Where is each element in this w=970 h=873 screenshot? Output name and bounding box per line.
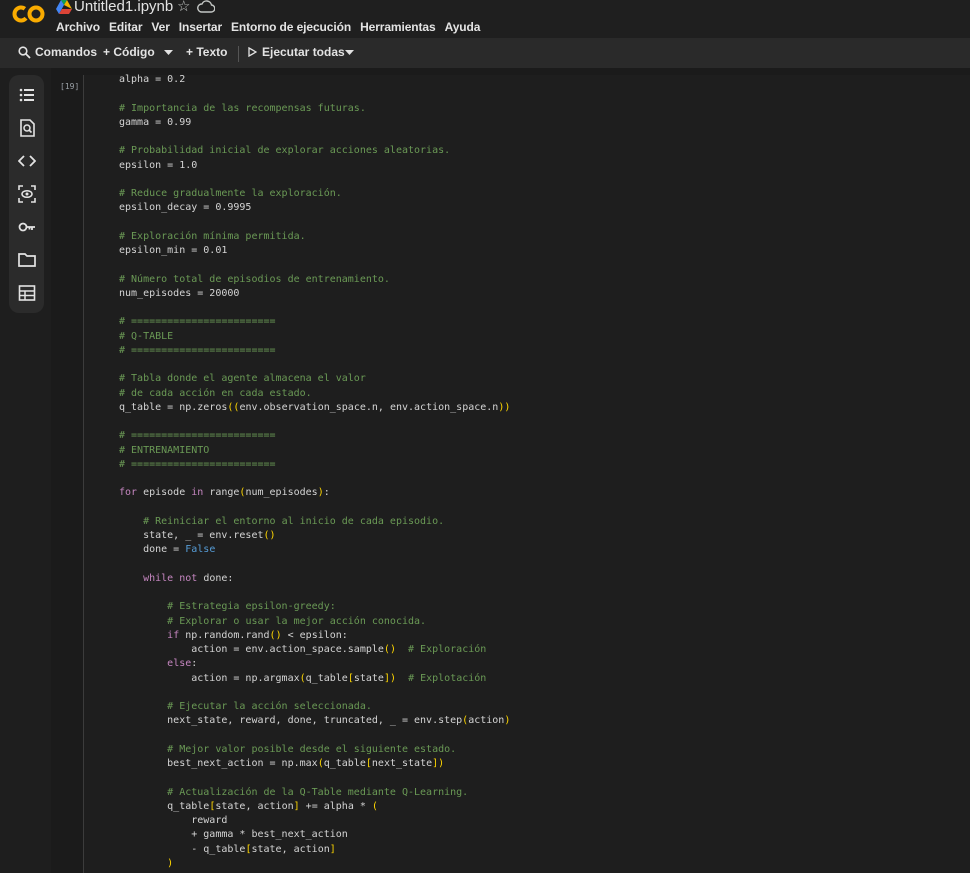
code-line: # Estrategia epsilon-greedy:	[167, 601, 336, 613]
code-line: # Explorar o usar la mejor acción conoci…	[167, 615, 427, 627]
menu-editar[interactable]: Editar	[109, 20, 143, 34]
code-cell[interactable]: alpha = 0.2 # Importancia de las recompen…	[83, 74, 970, 873]
left-sidebar	[9, 75, 44, 313]
code-line: num_episodes = 20000	[119, 287, 240, 299]
code-icon[interactable]	[18, 152, 36, 170]
menu-ver[interactable]: Ver	[151, 20, 169, 34]
code-line: reward	[119, 815, 228, 826]
cloud-icon[interactable]	[197, 0, 215, 13]
code-line: while not done:	[143, 572, 234, 584]
code-line: best_next_action = np.max(q_table[next_s…	[119, 758, 445, 769]
code-dropdown-chevron-icon[interactable]	[164, 50, 173, 56]
code-line: epsilon_min = 0.01	[119, 245, 228, 256]
code-line: q_table[state, action] += alpha * (	[119, 800, 378, 812]
code-line: # ENTRENAMIENTO	[119, 444, 210, 456]
add-code-button[interactable]: + Código	[103, 45, 155, 59]
code-line: - q_table[state, action]	[119, 843, 336, 855]
search-doc-icon[interactable]	[18, 119, 36, 137]
menu-bar: Archivo Editar Ver Insertar Entorno de e…	[56, 20, 489, 34]
menu-insertar[interactable]: Insertar	[179, 20, 222, 34]
code-line: next_state, reward, done, truncated, _ =…	[119, 715, 511, 727]
code-line: # Actualización de la Q-Table mediante Q…	[167, 786, 469, 798]
code-line: q_table = np.zeros((env.observation_spac…	[119, 401, 511, 413]
code-line: + gamma * best_next_action	[119, 829, 348, 841]
run-dropdown-chevron-icon[interactable]	[345, 50, 354, 56]
menu-archivo[interactable]: Archivo	[56, 20, 100, 34]
code-line: # ========================	[119, 344, 276, 356]
code-line: # Exploración mínima permitida.	[119, 230, 306, 242]
code-line: # Reduce gradualmente la exploración.	[119, 188, 342, 199]
code-line: # Número total de episodios de entrenami…	[119, 273, 390, 285]
key-icon[interactable]	[18, 218, 36, 236]
code-line: for episode in range(num_episodes):	[119, 487, 330, 499]
search-icon	[18, 45, 31, 59]
cell-execution-count: [19]	[60, 82, 80, 91]
notebook-title[interactable]: Untitled1.ipynb	[74, 0, 173, 15]
colab-logo[interactable]	[12, 4, 46, 24]
code-line: if np.random.rand() < epsilon:	[167, 629, 348, 641]
code-line: done = False	[119, 544, 216, 556]
folder-icon[interactable]	[18, 251, 36, 269]
toolbar: Comandos + Código + Texto Ejecutar todas	[0, 38, 970, 68]
variables-icon[interactable]	[18, 185, 36, 203]
code-line: else:	[167, 658, 198, 670]
cell-gutter	[51, 75, 83, 873]
run-all-label: Ejecutar todas	[262, 45, 345, 59]
play-outline-icon	[248, 47, 257, 57]
code-line: # Tabla donde el agente almacena el valo…	[119, 373, 366, 385]
code-line: # Probabilidad inicial de explorar accio…	[119, 145, 451, 157]
code-line: action = env.action_space.sample() # Exp…	[119, 644, 487, 655]
drive-icon[interactable]	[56, 0, 72, 14]
add-text-label: + Texto	[186, 45, 228, 59]
code-line: # ========================	[119, 458, 276, 470]
star-icon[interactable]: ☆	[177, 0, 190, 15]
code-line: epsilon_decay = 0.9995	[119, 202, 252, 214]
code-line: # ========================	[119, 430, 276, 442]
add-text-button[interactable]: + Texto	[186, 45, 227, 59]
run-all-button[interactable]: Ejecutar todas	[248, 45, 345, 59]
add-code-label: + Código	[103, 45, 155, 59]
code-line: state, _ = env.reset()	[119, 530, 276, 541]
commands-label: Comandos	[35, 45, 98, 59]
menu-entorno[interactable]: Entorno de ejecución	[231, 20, 351, 34]
menu-herramientas[interactable]: Herramientas	[360, 20, 436, 34]
code-line: # de cada acción en cada estado.	[119, 387, 312, 399]
list-icon[interactable]	[18, 86, 36, 104]
code-line: action = np.argmax(q_table[state]) # Exp…	[119, 672, 487, 684]
code-line: # ========================	[119, 316, 276, 328]
code-line: # Q-TABLE	[119, 330, 174, 342]
table-icon[interactable]	[18, 284, 36, 302]
toolbar-divider	[238, 46, 239, 62]
code-line: alpha = 0.2	[119, 74, 186, 85]
code-line: # Mejor valor posible desde el siguiente…	[167, 743, 457, 755]
header: Untitled1.ipynb ☆ Archivo Editar Ver Ins…	[0, 0, 970, 38]
code-line: # Importancia de las recompensas futuras…	[119, 102, 366, 114]
code-line: # Ejecutar la acción seleccionada.	[167, 701, 372, 712]
menu-ayuda[interactable]: Ayuda	[445, 20, 481, 34]
code-line: gamma = 0.99	[119, 116, 192, 128]
code-line: # Reiniciar el entorno al inicio de cada…	[143, 515, 445, 527]
commands-button[interactable]: Comandos	[18, 45, 97, 59]
code-line: )	[167, 857, 174, 869]
code-line: epsilon = 1.0	[119, 159, 198, 171]
